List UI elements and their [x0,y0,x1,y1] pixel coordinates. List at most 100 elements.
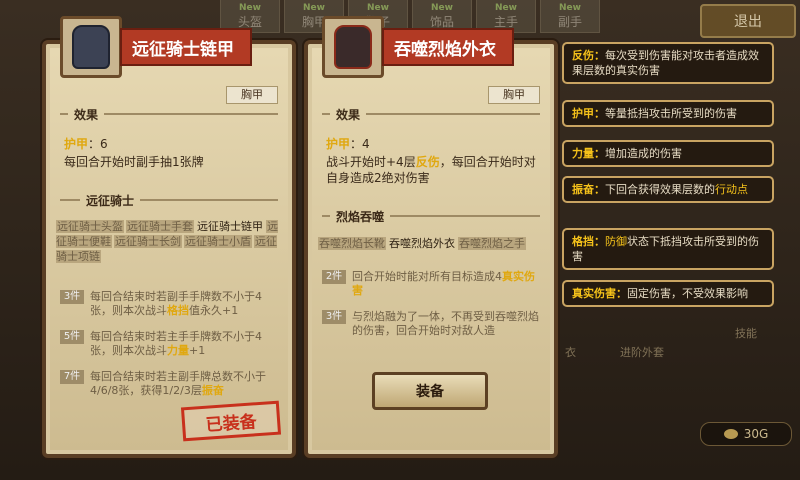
section-title: 效果 [336,107,361,122]
set-item-owned: 吞噬烈焰外衣 [389,237,455,250]
divider [322,215,330,217]
new-badge: New [431,2,453,13]
bg-fragment: 技能 [735,327,757,340]
set-item: 远征骑士小盾 [184,235,252,248]
exit-button[interactable]: 退出 [700,4,796,38]
tier-text: 回合开始时能对所有目标造成4真实伤害 [352,270,542,298]
tooltip-key: 反伤： [572,49,605,62]
new-badge: New [303,2,325,13]
new-badge: New [559,2,581,13]
divider [366,113,540,115]
section-title: 烈焰吞噬 [336,209,385,224]
set-item: 吞噬烈焰之手 [458,237,526,250]
tooltip-key: 振奋： [572,183,605,196]
tooltip-text-a: 下回合获得效果层数的 [605,183,715,196]
item-slot-label: 胸甲 [488,86,540,104]
tooltip-armor: 护甲：等量抵挡攻击所受到的伤害 [562,100,774,127]
equipped-item-card: 远征骑士链甲 胸甲 效果 护甲：6 每回合开始时副手抽1张牌 远征骑士 远征骑士… [42,16,296,458]
new-badge: New [367,2,389,13]
keyword: 振奋 [201,384,224,397]
keyword: 力量 [167,344,189,357]
gold-amount: 30G [743,427,769,441]
tier-text-b: +1 [189,344,206,357]
section-title: 效果 [74,107,99,122]
tier-badge: 3件 [60,290,84,304]
tooltip-key: 真实伤害： [572,287,627,300]
tier-text: 每回合结束时若副手手牌数不小于4张，则本次战斗格挡值永久+1 [90,290,280,318]
set-section-header: 远征骑士 [60,192,278,208]
keyword: 行动点 [715,183,748,196]
flame-coat-icon [334,25,372,69]
tier-text: 每回合结束时若主手手牌数不小于4张，则本次战斗力量+1 [90,330,280,358]
keyword: 防御 [605,235,627,248]
divider [322,113,330,115]
effect-text-a: 战斗开始时+4层 [326,155,416,169]
divider [104,113,278,115]
keyword: 反伤 [415,155,440,169]
set-item: 远征骑士手套 [126,220,194,233]
tooltip-text: 增加造成的伤害 [605,147,682,160]
tooltip-true-damage: 真实伤害：固定伤害，不受效果影响 [562,280,774,307]
armor-stat: 护甲：4 [326,136,540,152]
tier-badge: 2件 [322,270,346,284]
chainmail-armor-icon [72,25,110,69]
set-items: 吞噬烈焰长靴 吞噬烈焰外衣 吞噬烈焰之手 [318,236,544,251]
stat-key: 护甲 [326,137,351,151]
tooltip-strength: 力量：增加造成的伤害 [562,140,774,167]
tab-label: 副手 [557,14,582,29]
set-item: 吞噬烈焰长靴 [318,237,386,250]
item-title: 吞噬烈焰外衣 [382,28,514,66]
new-badge: New [495,2,517,13]
effect-section-header: 效果 [322,106,540,122]
item-title: 远征骑士链甲 [120,28,252,66]
tier-text-a: 回合开始时能对所有目标造成4 [352,270,502,283]
set-section-header: 烈焰吞噬 [322,208,540,224]
stat-value: ：6 [88,137,108,151]
tab-label: 饰品 [429,14,454,29]
divider [390,215,540,217]
set-bonus-7: 7件 每回合结束时若主副手牌总数不小于4/6/8张，获得1/2/3层振奋 [60,370,280,398]
divider [60,113,68,115]
set-bonus-3: 3件 与烈焰融为了一体，不再受到吞噬烈焰的伤害，回合开始时对敌人造 [322,310,542,338]
set-items: 远征骑士头盔 远征骑士手套 远征骑士链甲 远征骑士便鞋 远征骑士长剑 远征骑士小盾 远征骑士… [56,219,282,264]
keyword: 格挡 [167,304,189,317]
tier-text-a: 与烈焰融为了一体，不再受到吞噬烈焰的伤害，回合开始时对敌人造 [352,310,539,337]
tooltip-text: 固定伤害，不受效果影响 [627,287,748,300]
item-icon-frame [60,16,122,78]
tier-text-b: 值永久+1 [189,304,239,317]
set-bonus-2: 2件 回合开始时能对所有目标造成4真实伤害 [322,270,542,298]
divider [60,199,80,201]
tab-off-hand[interactable]: New 副手 [540,0,600,33]
set-item: 远征骑士长剑 [114,235,182,248]
tab-label: 头盔 [237,14,262,29]
gold-counter: 30G [700,422,792,446]
armor-stat: 护甲：6 [64,136,278,152]
bg-fragment: 进阶外套 [620,346,664,359]
set-item: 远征骑士头盔 [56,220,124,233]
tier-badge: 5件 [60,330,84,344]
stat-key: 护甲 [64,137,89,151]
coin-icon [723,429,738,439]
tooltip-key: 格挡： [572,235,605,248]
tab-label: 主手 [493,14,518,29]
effect-section-header: 效果 [60,106,278,122]
effect-text: 战斗开始时+4层反伤，每回合开始时对自身造成2绝对伤害 [326,154,540,186]
tooltip-key: 护甲： [572,107,605,120]
tooltip-key: 力量： [572,147,605,160]
equip-button[interactable]: 装备 [372,372,488,410]
tier-badge: 3件 [322,310,346,324]
tooltip-thorns: 反伤：每次受到伤害能对攻击者造成效果层数的真实伤害 [562,42,774,84]
set-item-owned: 远征骑士链甲 [197,220,263,233]
new-badge: New [239,2,261,13]
stat-value: ：4 [350,137,370,151]
item-slot-label: 胸甲 [226,86,278,104]
bg-fragment: 衣 [565,346,576,359]
item-icon-frame [322,16,384,78]
tier-text: 与烈焰融为了一体，不再受到吞噬烈焰的伤害，回合开始时对敌人造 [352,310,542,338]
equipped-stamp: 已装备 [180,400,282,442]
tier-text-a: 每回合结束时若主副手牌总数不小于4/6/8张，获得1/2/3层 [90,370,266,397]
section-title: 远征骑士 [86,193,135,208]
set-bonus-5: 5件 每回合结束时若主手手牌数不小于4张，则本次战斗力量+1 [60,330,280,358]
tooltip-block: 格挡：防御状态下抵挡攻击所受到的伤害 [562,228,774,270]
tooltip-text: 等量抵挡攻击所受到的伤害 [605,107,737,120]
